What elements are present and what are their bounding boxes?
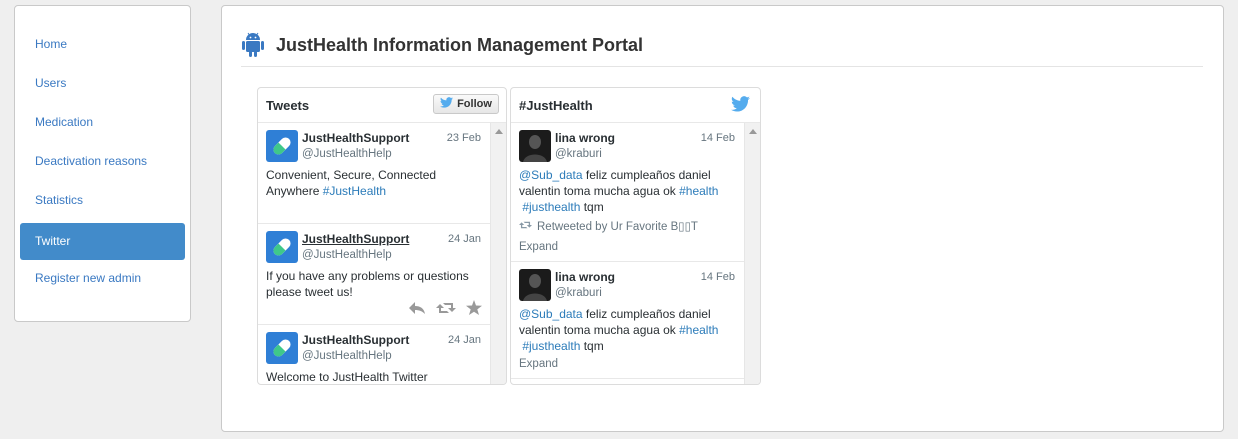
follow-button[interactable]: Follow [433,94,499,114]
scrollbar[interactable] [490,123,506,384]
avatar[interactable] [266,332,298,364]
tweet-text: Convenient, Secure, Connected Anywhere #… [266,167,482,199]
avatar[interactable] [519,130,551,162]
mention-link[interactable]: @Sub_data [519,307,583,321]
timeline-title: Tweets [266,98,310,113]
timeline-feed[interactable]: lina wrong @kraburi 14 Feb @Sub_data fel… [511,123,744,384]
tweet-date[interactable]: 14 Feb [701,271,735,283]
tweet-text-tail: tqm [580,339,604,353]
timeline-title: #JustHealth [519,98,593,113]
tweet-text-tail: tqm [580,200,604,214]
tweet-author-handle[interactable]: @JustHealthHelp [302,148,392,160]
tweet-text: Welcome to JustHealth Twitter [266,370,428,384]
tweet-author-name[interactable]: lina wrong [555,131,615,145]
avatar[interactable] [266,231,298,263]
expand-link[interactable]: Expand [519,241,558,253]
tweet-author-handle[interactable]: @JustHealthHelp [302,350,392,362]
retweeted-by: Retweeted by Ur Favorite B▯▯T [519,219,698,233]
hashtag-link[interactable]: #justhealth [522,200,580,214]
follow-label: Follow [457,98,492,110]
tweet-author-name[interactable]: lina wrong [555,270,615,284]
hashtag-timeline: #JustHealth lina wrong @kraburi 14 Feb @… [510,87,761,385]
main-panel: JustHealth Information Management Portal… [221,5,1224,432]
tweet-author-name[interactable]: JustHealthSupport [302,333,409,347]
hashtag-link[interactable]: #JustHealth [323,184,386,198]
tweet-item[interactable]: lina wrong @kraburi 14 Feb @Sub_data fel… [511,123,744,262]
tweet-date[interactable]: 24 Jan [448,334,481,346]
hashtag-link[interactable]: #health [679,323,718,337]
avatar[interactable] [266,130,298,162]
sidebar-item-home[interactable]: Home [20,26,185,63]
sidebar-item-users[interactable]: Users [20,65,185,102]
tweet-item[interactable]: JustHealthSupport @JustHealthHelp 24 Jan… [258,325,490,384]
sidebar-item-register-new-admin[interactable]: Register new admin [20,260,185,297]
sidebar-item-twitter[interactable]: Twitter [20,223,185,260]
scroll-up-arrow-icon[interactable] [495,129,503,134]
tweet-author-handle[interactable]: @kraburi [555,287,602,299]
divider [241,66,1203,67]
retweet-icon [519,220,532,233]
timeline-feed[interactable]: JustHealthSupport @JustHealthHelp 23 Feb… [258,123,490,384]
tweet-text: @Sub_data feliz cumpleaños daniel valent… [519,167,736,215]
sidebar-item-statistics[interactable]: Statistics [20,182,185,219]
hashtag-link[interactable]: #health [679,184,718,198]
timeline-header: #JustHealth [511,88,760,123]
tweets-timeline: Tweets Follow JustHealthSupport @JustHea… [257,87,507,385]
sidebar-item-medication[interactable]: Medication [20,104,185,141]
tweet-date[interactable]: 24 Jan [448,233,481,245]
android-icon [241,31,265,60]
retweet-icon[interactable] [436,301,456,318]
tweet-item[interactable]: JustHealthSupport @JustHealthHelp 23 Feb… [258,123,490,224]
tweet-actions [408,300,482,318]
tweet-text: If you have any problems or questions pl… [266,269,469,299]
tweet-item[interactable]: lina wrong @kraburi 14 Feb @Sub_data fel… [511,262,744,379]
tweet-author-name[interactable]: JustHealthSupport [302,131,409,145]
tweet-author-handle[interactable]: @kraburi [555,148,602,160]
retweeted-by-label[interactable]: Retweeted by Ur Favorite B▯▯T [537,219,698,233]
tweet-author-name[interactable]: JustHealthSupport [302,232,409,246]
tweet-date[interactable]: 23 Feb [447,132,481,144]
avatar[interactable] [519,269,551,301]
twitter-bird-icon [440,97,454,111]
favorite-icon[interactable] [466,300,482,318]
timeline-header: Tweets Follow [258,88,506,123]
tweet-text: @Sub_data feliz cumpleaños daniel valent… [519,306,736,354]
page-header: JustHealth Information Management Portal [241,30,643,60]
scrollbar[interactable] [744,123,760,384]
scroll-up-arrow-icon[interactable] [749,129,757,134]
tweet-item[interactable]: JustHealthSupport @JustHealthHelp 24 Jan… [258,224,490,325]
page-title: JustHealth Information Management Portal [276,34,644,55]
sidebar-item-deactivation-reasons[interactable]: Deactivation reasons [20,143,185,180]
mention-link[interactable]: @Sub_data [519,168,583,182]
hashtag-link[interactable]: #justhealth [522,339,580,353]
sidebar-nav: Home Users Medication Deactivation reaso… [14,5,191,322]
tweet-date[interactable]: 14 Feb [701,132,735,144]
reply-icon[interactable] [408,301,426,318]
expand-link[interactable]: Expand [519,358,558,370]
tweet-author-handle[interactable]: @JustHealthHelp [302,249,392,261]
twitter-bird-icon[interactable] [731,96,750,115]
